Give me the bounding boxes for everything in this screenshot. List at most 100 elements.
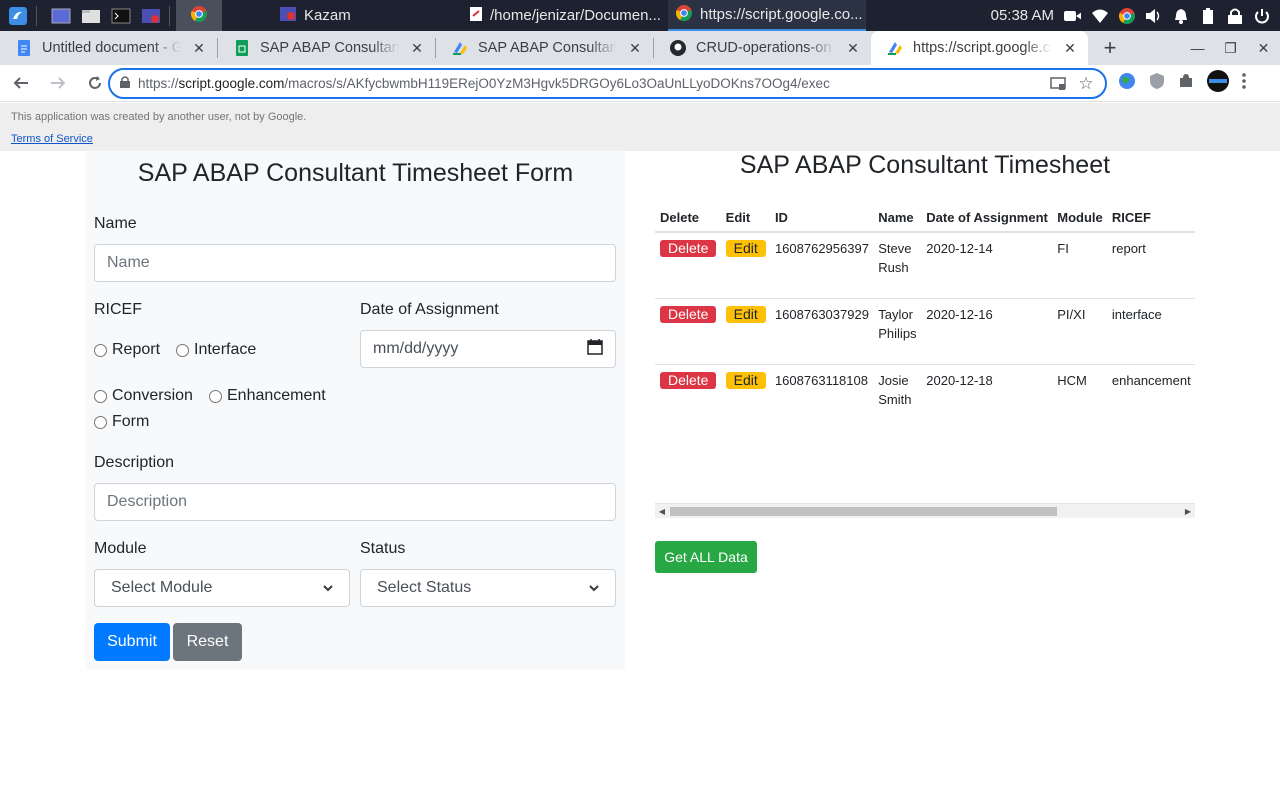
ricef-option-conversion[interactable]: Conversion <box>94 387 193 405</box>
terms-of-service-link[interactable]: Terms of Service <box>11 133 93 145</box>
volume-icon[interactable] <box>1145 7 1162 24</box>
close-icon[interactable]: ✕ <box>627 40 643 56</box>
browser-tab-active[interactable]: https://script.google.co ✕ <box>871 31 1088 65</box>
chrome-icon <box>676 4 692 25</box>
battery-icon[interactable] <box>1199 7 1216 24</box>
forward-icon[interactable] <box>42 67 74 99</box>
app-menu-icon[interactable] <box>6 6 30 26</box>
calendar-icon[interactable] <box>587 338 603 360</box>
table-header-row: Delete Edit ID Name Date of Assignment M… <box>655 205 1195 233</box>
reload-icon[interactable] <box>79 67 111 99</box>
clock[interactable]: 05:38 AM <box>991 7 1054 24</box>
edit-button[interactable]: Edit <box>725 371 766 389</box>
ricef-option-enhancement[interactable]: Enhancement <box>209 387 326 405</box>
get-all-data-button[interactable]: Get ALL Data <box>655 541 757 573</box>
scroll-left-icon[interactable]: ◀ <box>657 506 667 516</box>
screen-recorder-icon[interactable] <box>139 6 163 26</box>
chrome-icon[interactable] <box>1118 7 1135 24</box>
file-manager-icon[interactable] <box>79 6 103 26</box>
close-window-icon[interactable]: ✕ <box>1247 31 1280 65</box>
scrollbar-thumb[interactable] <box>670 507 1057 516</box>
description-input[interactable]: Description <box>94 483 616 521</box>
extensions-puzzle-icon[interactable] <box>1178 73 1194 94</box>
taskbar-window-label: https://script.google.co... <box>700 6 863 23</box>
delete-button[interactable]: Delete <box>660 371 717 389</box>
form-title: SAP ABAP Consultant Timesheet Form <box>137 159 574 187</box>
profile-avatar[interactable] <box>1207 70 1229 97</box>
menu-dots-icon[interactable] <box>1242 73 1246 94</box>
timesheet-title: SAP ABAP Consultant Timesheet <box>739 151 1111 179</box>
browser-tabstrip: Untitled document - Go ✕ SAP ABAP Consul… <box>0 31 1280 65</box>
radio-button[interactable] <box>209 389 222 403</box>
taskbar-window-document[interactable]: /home/jenizar/Documen... <box>462 0 668 31</box>
module-select[interactable]: Select Module <box>94 569 350 607</box>
notifications-icon[interactable] <box>1172 7 1189 24</box>
bookmark-star-icon[interactable]: ☆ <box>1077 74 1095 93</box>
delete-button[interactable]: Delete <box>660 305 717 323</box>
column-header: Delete <box>655 205 721 233</box>
cell-date: 2020-12-16 <box>921 298 1053 365</box>
cast-icon[interactable] <box>1049 75 1067 93</box>
scroll-right-icon[interactable]: ▶ <box>1183 506 1193 516</box>
banner-message: This application was created by another … <box>11 111 307 123</box>
column-header: Edit <box>720 205 770 233</box>
radio-button[interactable] <box>176 343 189 357</box>
video-camera-icon[interactable] <box>1064 7 1081 24</box>
horizontal-scrollbar[interactable]: ◀ ▶ <box>655 503 1195 518</box>
tab-title: SAP ABAP Consultant T <box>478 40 617 56</box>
wifi-icon[interactable] <box>1091 7 1108 24</box>
cell-id: 1608763118108 <box>774 372 868 388</box>
taskbar-window-chrome[interactable]: https://script.google.co... <box>668 0 866 31</box>
status-select[interactable]: Select Status <box>360 569 616 607</box>
delete-button[interactable]: Delete <box>660 240 717 257</box>
cell-id: 1608762956397 <box>769 232 874 299</box>
back-icon[interactable] <box>5 67 37 99</box>
browser-tab[interactable]: SAP ABAP Consultant T ✕ <box>436 31 653 65</box>
apps-script-icon <box>887 40 903 56</box>
radio-button[interactable] <box>94 343 107 357</box>
module-selected-value: Select Module <box>111 579 213 596</box>
close-icon[interactable]: ✕ <box>1062 40 1078 56</box>
radio-button[interactable] <box>94 415 107 429</box>
taskbar-chrome-launcher[interactable] <box>176 0 222 31</box>
date-input[interactable]: mm/dd/yyyy <box>360 330 616 368</box>
address-bar[interactable]: https://script.google.com/macros/s/AKfyc… <box>108 68 1107 99</box>
close-icon[interactable]: ✕ <box>845 40 861 56</box>
browser-tab[interactable]: Untitled document - Go ✕ <box>0 31 217 65</box>
extension-globe-icon[interactable] <box>1118 72 1136 95</box>
browser-toolbar: https://script.google.com/macros/s/AKfyc… <box>0 65 1280 102</box>
taskbar-window-kazam[interactable]: Kazam <box>272 0 462 31</box>
terminal-icon[interactable] <box>109 6 133 26</box>
name-input[interactable]: Name <box>94 244 616 282</box>
reset-button[interactable]: Reset <box>173 623 242 661</box>
google-docs-icon <box>16 40 32 56</box>
url-text[interactable]: https://script.google.com/macros/s/AKfyc… <box>138 76 1049 91</box>
minimize-icon[interactable]: — <box>1181 31 1214 65</box>
new-tab-button[interactable]: + <box>1096 34 1124 62</box>
google-sheets-icon <box>234 40 250 56</box>
lock-icon[interactable] <box>1226 7 1243 24</box>
browser-tab[interactable]: CRUD-operations-on-G ✕ <box>654 31 871 65</box>
tab-title: https://script.google.co <box>913 40 1052 56</box>
edit-button[interactable]: Edit <box>725 240 766 257</box>
chrome-icon <box>191 5 207 26</box>
ricef-option-interface[interactable]: Interface <box>176 341 256 359</box>
extension-shield-icon[interactable] <box>1149 72 1165 95</box>
browser-tab[interactable]: SAP ABAP Consultant T ✕ <box>218 31 435 65</box>
cell-module: FI <box>1052 232 1107 299</box>
close-icon[interactable]: ✕ <box>409 40 425 56</box>
power-icon[interactable] <box>1253 7 1270 24</box>
restore-icon[interactable]: ❐ <box>1214 31 1247 65</box>
ricef-option-form[interactable]: Form <box>94 413 149 431</box>
close-icon[interactable]: ✕ <box>191 40 207 56</box>
ricef-option-report[interactable]: Report <box>94 341 160 359</box>
column-header: Module <box>1052 205 1107 233</box>
edit-button[interactable]: Edit <box>725 305 766 323</box>
radio-button[interactable] <box>94 389 107 403</box>
timesheet-form: SAP ABAP Consultant Timesheet Form Name … <box>86 151 625 670</box>
table-row: Delete Edit 1608762956397 Steve Rush 202… <box>655 232 1195 299</box>
desktop-icon[interactable] <box>49 6 73 26</box>
kazam-icon <box>280 6 296 25</box>
ricef-label: RICEF <box>94 301 142 318</box>
submit-button[interactable]: Submit <box>94 623 170 661</box>
